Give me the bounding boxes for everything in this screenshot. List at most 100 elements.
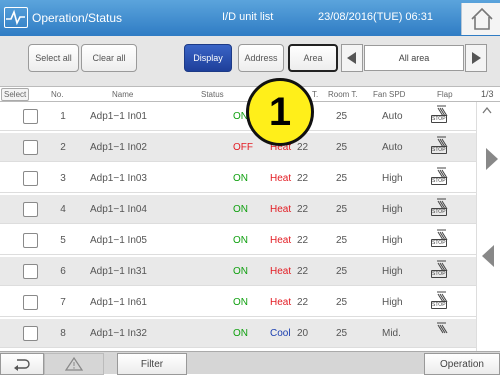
row-mode: Heat <box>270 266 292 277</box>
row-no: 8 <box>60 328 66 339</box>
row-room-temp: 25 <box>336 204 348 215</box>
row-checkbox[interactable] <box>23 109 38 124</box>
filter-button[interactable]: Filter <box>117 353 187 375</box>
right-arrow-icon <box>472 52 481 64</box>
table-row[interactable]: 7 Adp1−1 In61 ON Heat 22 25 High STOP <box>0 288 476 317</box>
callout-badge: 1 <box>246 78 314 146</box>
row-status: OFF <box>233 142 253 153</box>
row-mode: Heat <box>270 173 292 184</box>
flap-stop-label: STOP <box>431 208 447 216</box>
alarm-button[interactable] <box>44 353 104 375</box>
chevron-up-icon[interactable] <box>482 106 492 114</box>
row-checkbox[interactable] <box>23 264 38 279</box>
area-prev-button[interactable] <box>341 44 363 72</box>
row-status: ON <box>233 235 248 246</box>
row-fan-speed: High <box>382 173 403 184</box>
display-button[interactable]: Display <box>184 44 232 72</box>
datetime: 23/08/2016(TUE) 06:31 <box>318 11 433 23</box>
row-name: Adp1−1 In31 <box>90 266 147 277</box>
operation-button[interactable]: Operation <box>424 353 500 375</box>
left-arrow-icon <box>347 52 356 64</box>
row-name: Adp1−1 In04 <box>90 204 147 215</box>
row-name: Adp1−1 In03 <box>90 173 147 184</box>
row-set-temp: 22 <box>297 235 309 246</box>
fan-column-header: Fan SPD <box>373 90 406 99</box>
flap-stop-label: STOP <box>431 177 447 185</box>
row-no: 4 <box>60 204 66 215</box>
footer-bar: Filter Operation <box>0 351 500 375</box>
row-status: ON <box>233 173 248 184</box>
row-status: ON <box>233 328 248 339</box>
select-all-button[interactable]: Select all <box>28 44 79 72</box>
row-fan-speed: High <box>382 235 403 246</box>
pulse-icon <box>4 7 28 28</box>
row-fan-speed: High <box>382 266 403 277</box>
row-no: 5 <box>60 235 66 246</box>
room-temp-column-header: Room T. <box>328 90 358 99</box>
row-room-temp: 25 <box>336 266 348 277</box>
flap-stop-label: STOP <box>431 301 447 309</box>
row-status: ON <box>233 297 248 308</box>
row-name: Adp1−1 In02 <box>90 142 147 153</box>
flap-icon: STOP <box>431 198 451 220</box>
flap-icon: STOP <box>431 260 451 282</box>
row-room-temp: 25 <box>336 235 348 246</box>
clear-all-button[interactable]: Clear all <box>81 44 137 72</box>
row-name: Adp1−1 In05 <box>90 235 147 246</box>
row-fan-speed: High <box>382 297 403 308</box>
row-status: ON <box>233 204 248 215</box>
table-row[interactable]: 1Adp1−1 In01ON2425AutoSTOP <box>0 102 476 131</box>
status-column-header: Status <box>201 90 224 99</box>
row-checkbox[interactable] <box>23 233 38 248</box>
table-row[interactable]: 2 Adp1−1 In02 OFF Heat 22 25 Auto STOP <box>0 133 476 162</box>
row-fan-speed: Auto <box>382 111 403 122</box>
page-indicator: 1/3 <box>481 89 494 99</box>
home-icon <box>471 7 493 30</box>
back-button[interactable] <box>0 353 44 375</box>
table-row[interactable]: 8 Adp1−1 In32 ON Cool 20 25 Mid. <box>0 319 476 348</box>
flap-icon: STOP <box>431 291 451 313</box>
name-column-header: Name <box>112 90 134 99</box>
row-set-temp: 22 <box>297 173 309 184</box>
view-title: I/D unit list <box>222 11 274 23</box>
table-row[interactable]: 3 Adp1−1 In03 ON Heat 22 25 High STOP <box>0 164 476 193</box>
row-set-temp: 22 <box>297 142 309 153</box>
flap-stop-label: STOP <box>431 115 447 123</box>
row-room-temp: 25 <box>336 142 348 153</box>
row-checkbox[interactable] <box>23 171 38 186</box>
row-fan-speed: Auto <box>382 142 403 153</box>
next-page-icon[interactable] <box>486 148 498 170</box>
home-button[interactable] <box>461 3 500 35</box>
table-row[interactable]: 6 Adp1−1 In31 ON Heat 22 25 High STOP <box>0 257 476 286</box>
table-row[interactable]: 4 Adp1−1 In04 ON Heat 22 25 High STOP <box>0 195 476 224</box>
row-checkbox[interactable] <box>23 202 38 217</box>
no-column-header: No. <box>51 90 64 99</box>
title-bar: Operation/Status I/D unit list 23/08/201… <box>0 0 500 36</box>
row-no: 1 <box>60 111 66 122</box>
row-fan-speed: High <box>382 204 403 215</box>
flap-stop-label: STOP <box>431 239 447 247</box>
area-button[interactable]: Area <box>288 44 338 72</box>
back-arrow-icon <box>14 359 30 371</box>
row-checkbox[interactable] <box>23 326 38 341</box>
row-no: 3 <box>60 173 66 184</box>
prev-page-icon[interactable] <box>482 245 494 267</box>
select-column-header[interactable]: Select <box>1 88 30 101</box>
row-mode: Cool <box>270 328 291 339</box>
address-button[interactable]: Address <box>238 44 284 72</box>
area-selector[interactable]: All area <box>364 45 464 71</box>
area-next-button[interactable] <box>465 44 487 72</box>
row-mode: Heat <box>270 204 292 215</box>
flap-icon <box>431 322 451 344</box>
row-checkbox[interactable] <box>23 140 38 155</box>
row-room-temp: 25 <box>336 111 348 122</box>
row-set-temp: 22 <box>297 204 309 215</box>
flap-stop-label: STOP <box>431 270 447 278</box>
row-checkbox[interactable] <box>23 295 38 310</box>
page-nav <box>476 102 500 364</box>
row-mode: Heat <box>270 235 292 246</box>
row-no: 6 <box>60 266 66 277</box>
row-set-temp: 20 <box>297 328 309 339</box>
row-room-temp: 25 <box>336 173 348 184</box>
table-row[interactable]: 5 Adp1−1 In05 ON Heat 22 25 High STOP <box>0 226 476 255</box>
